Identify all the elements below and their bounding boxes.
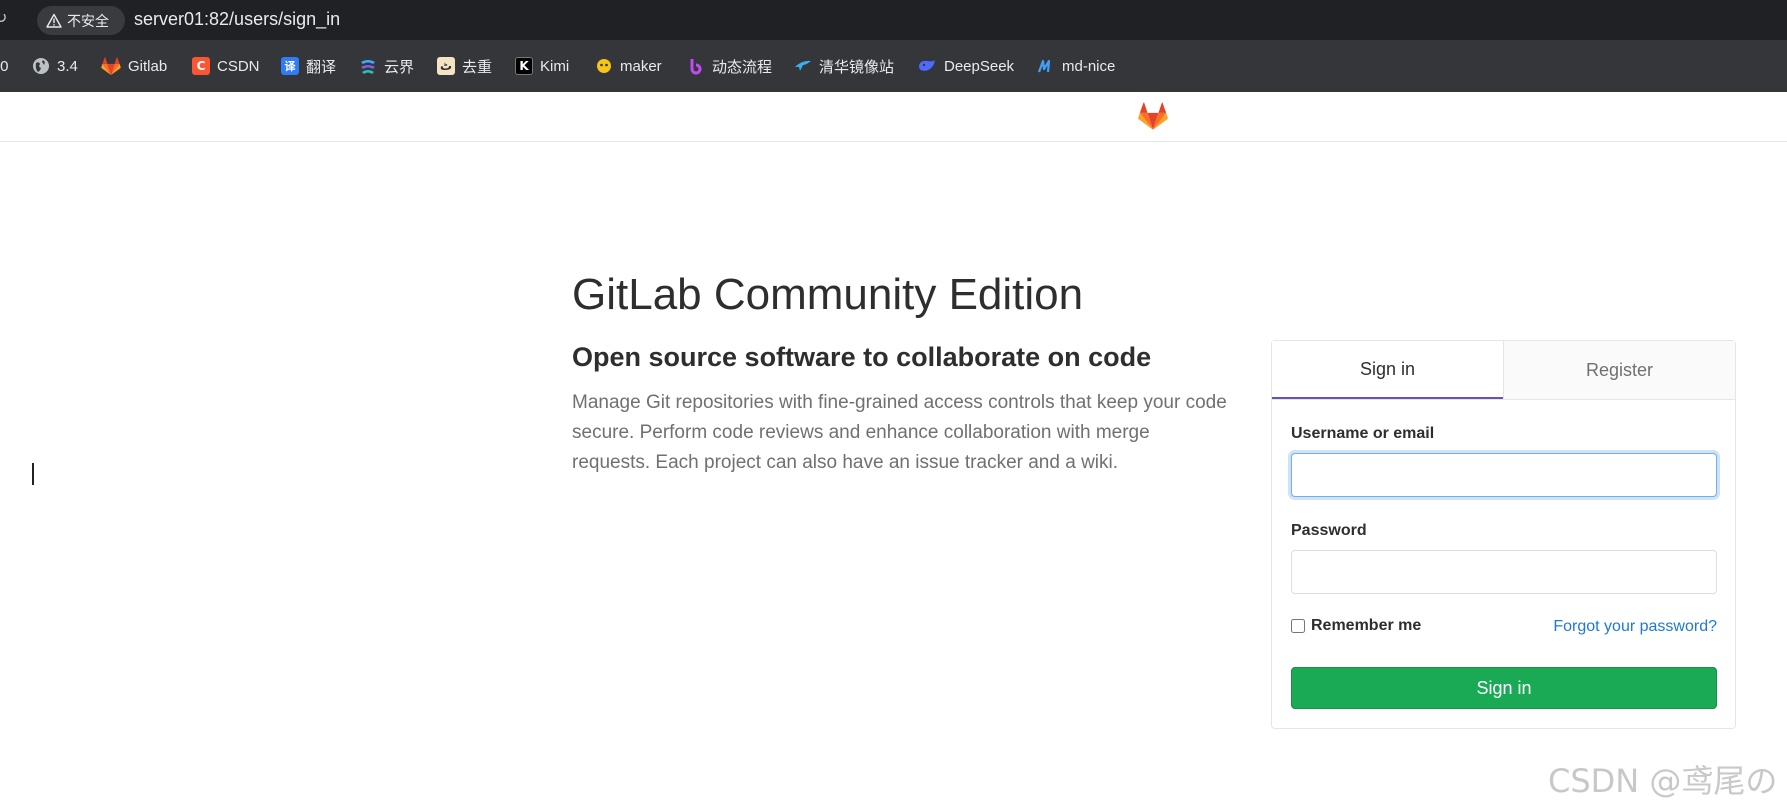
forgot-password-link[interactable]: Forgot your password? (1553, 618, 1717, 636)
bookmarks-bar: .0 3.4 Gitlab C CSDN 译 翻译 (0, 40, 1787, 92)
gitlab-header (0, 92, 1787, 142)
translate-icon: 译 (281, 57, 299, 75)
bookmark-label: Gitlab (128, 57, 168, 75)
bookmark-item[interactable]: 译 翻译 (281, 54, 336, 78)
md-nice-icon (1037, 59, 1051, 73)
bookmark-item[interactable]: Gitlab (101, 54, 167, 78)
text-caret (32, 463, 34, 485)
remember-me-label[interactable]: Remember me (1311, 617, 1421, 635)
password-input[interactable] (1291, 550, 1717, 594)
tab-register[interactable]: Register (1503, 341, 1735, 399)
login-box: Sign in Register Username or email Passw… (1271, 340, 1736, 729)
maker-icon (597, 59, 611, 73)
remember-me: Remember me (1291, 617, 1421, 635)
tab-sign-in[interactable]: Sign in (1272, 341, 1503, 399)
bookmark-label: 翻译 (306, 58, 337, 76)
bookmark-item[interactable]: ٹ 去重 (437, 54, 492, 78)
bookmark-item[interactable]: 动态流程 (687, 54, 772, 78)
globe-icon (33, 58, 49, 74)
bookmark-item[interactable]: DeepSeek (917, 54, 1014, 78)
bookmark-label: CSDN (217, 57, 260, 75)
page-title: GitLab Community Edition (572, 270, 1084, 319)
page-description: Manage Git repositories with fine-graine… (572, 392, 1227, 473)
warning-icon (46, 13, 62, 28)
sign-in-button[interactable]: Sign in (1291, 667, 1717, 709)
bookmark-label: DeepSeek (944, 57, 1015, 75)
security-indicator[interactable]: 不安全 (37, 6, 125, 35)
page-subtitle: Open source software to collaborate on c… (572, 342, 1152, 372)
gitlab-logo-icon[interactable] (1138, 101, 1168, 131)
watermark: CSDN @鸢尾の (1548, 762, 1778, 800)
bookmark-label: 清华镜像站 (819, 58, 895, 76)
security-label: 不安全 (67, 12, 109, 29)
tsinghua-mirror-icon (795, 60, 811, 71)
dynamic-flow-icon (690, 59, 702, 75)
bookmark-item[interactable]: C CSDN (192, 54, 260, 78)
username-input[interactable] (1291, 453, 1717, 497)
bookmark-label: 动态流程 (712, 58, 773, 76)
bookmark-label: .0 (0, 57, 9, 75)
bookmark-label: Kimi (540, 57, 570, 75)
bookmark-item[interactable]: K Kimi (515, 54, 569, 78)
bookmark-item[interactable]: maker (595, 54, 662, 78)
kimi-icon: K (515, 57, 533, 75)
bookmark-item[interactable]: 云界 (359, 54, 414, 78)
bookmark-item[interactable]: 清华镜像站 (794, 54, 894, 78)
remember-me-checkbox[interactable] (1291, 619, 1305, 633)
bookmark-label: md-nice (1062, 57, 1116, 75)
gitlab-icon (101, 57, 121, 75)
login-tabs: Sign in Register (1272, 341, 1735, 400)
deepseek-icon (919, 60, 935, 71)
dedup-icon: ٹ (437, 57, 455, 75)
url-field[interactable]: server01:82/users/sign_in (134, 9, 340, 30)
bookmark-label: maker (620, 57, 662, 75)
bookmark-label: 3.4 (57, 57, 78, 75)
bookmark-label: 去重 (462, 58, 493, 76)
password-label: Password (1291, 522, 1367, 539)
reload-icon[interactable]: ↻ (0, 8, 7, 27)
csdn-icon: C (192, 57, 210, 75)
yunjie-icon (361, 60, 375, 74)
bookmark-item[interactable]: md-nice (1037, 54, 1115, 78)
username-label: Username or email (1291, 425, 1435, 442)
bookmark-item[interactable]: .0 (0, 54, 9, 78)
bookmark-item[interactable]: 3.4 (32, 54, 78, 78)
browser-address-bar: ↻ 不安全 server01:82/users/sign_in (0, 0, 1787, 40)
bookmark-label: 云界 (384, 58, 415, 76)
